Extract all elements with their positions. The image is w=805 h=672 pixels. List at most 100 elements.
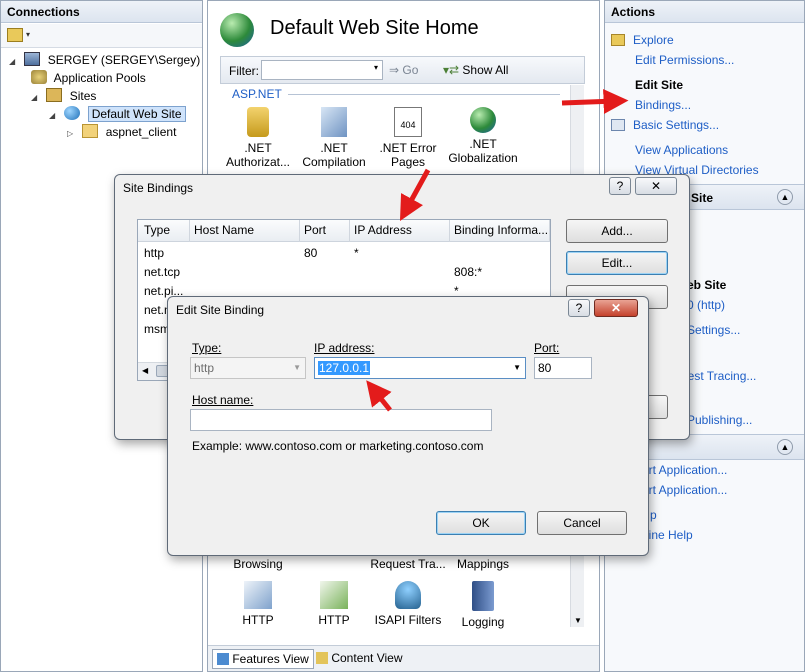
- show-all-button[interactable]: ▾⇄ Show All: [443, 63, 508, 77]
- expand-icon[interactable]: ▷: [67, 125, 77, 143]
- feature-net-authorization[interactable]: .NET Authorizat...: [218, 107, 298, 169]
- dialog-title: Edit Site Binding: [176, 303, 265, 317]
- port-label: Port:: [534, 341, 560, 355]
- tree-item-sites[interactable]: ◢ Sites: [31, 87, 96, 105]
- help-button[interactable]: ?: [568, 299, 590, 317]
- cancel-button[interactable]: Cancel: [537, 511, 627, 535]
- table-row[interactable]: http 80 *: [138, 244, 550, 263]
- tab-features-view[interactable]: Features View: [212, 649, 314, 669]
- http-headers-icon: [320, 581, 348, 609]
- action-view-applications[interactable]: View Applications: [635, 143, 728, 157]
- add-binding-button[interactable]: Add...: [566, 219, 668, 243]
- close-button[interactable]: ✕: [635, 177, 677, 195]
- column-header-type[interactable]: Type: [140, 220, 190, 242]
- tree-item-label: SERGEY (SERGEY\Sergey): [47, 53, 201, 67]
- connect-icon[interactable]: [7, 28, 23, 42]
- action-help[interactable]: p: [650, 508, 657, 522]
- column-header-port[interactable]: Port: [300, 220, 350, 242]
- filter-input[interactable]: [261, 60, 383, 80]
- collapse-section-icon[interactable]: ▲: [777, 439, 793, 455]
- close-button[interactable]: ✕: [594, 299, 638, 317]
- dropdown-chevron-icon[interactable]: ▾: [26, 30, 30, 39]
- tab-content-view[interactable]: Content View: [316, 651, 403, 665]
- go-icon: ⇒: [389, 63, 400, 77]
- type-label: Type:: [192, 341, 222, 355]
- edit-binding-button[interactable]: Edit...: [566, 251, 668, 275]
- logging-book-icon: [472, 581, 494, 611]
- tree-item-label: Sites: [69, 89, 97, 103]
- go-button[interactable]: ⇒ Go: [389, 63, 418, 77]
- server-icon: [24, 52, 41, 66]
- dialog-title: Site Bindings: [123, 181, 194, 195]
- collapse-icon[interactable]: ◢: [31, 89, 41, 107]
- application-pools-icon: [31, 70, 47, 84]
- chevron-down-icon: ▼: [293, 363, 301, 372]
- port-input[interactable]: 80: [534, 357, 592, 379]
- actions-header: Actions: [605, 1, 804, 23]
- column-header-binding-info[interactable]: Binding Informa...: [450, 220, 550, 242]
- compilation-icon: [321, 107, 347, 137]
- browse-website-heading: eb Site: [687, 278, 727, 292]
- group-heading-aspnet: ASP.NET: [232, 87, 282, 101]
- globe-icon: [220, 13, 254, 47]
- scroll-left-icon[interactable]: ◀: [142, 366, 148, 375]
- folder-icon: [82, 124, 99, 138]
- feature-isapi-filters[interactable]: ISAPI Filters: [368, 581, 448, 627]
- action-failed-request-tracing[interactable]: uest Tracing...: [681, 369, 756, 383]
- manage-site-heading: Site: [691, 191, 714, 205]
- example-text: Example: www.contoso.com or marketing.co…: [192, 439, 484, 453]
- tree-item-application-pools[interactable]: Application Pools: [31, 69, 146, 87]
- action-browse-http[interactable]: 0 (http): [687, 298, 725, 312]
- feature-net-error-pages[interactable]: 404 .NET Error Pages: [368, 107, 448, 169]
- action-publishing[interactable]: Publishing...: [687, 413, 752, 427]
- ip-address-combobox[interactable]: 127.0.0.1 ▼: [314, 357, 526, 379]
- action-export-application[interactable]: ort Application...: [642, 483, 727, 497]
- feature-failed-request-tracing[interactable]: Request Tra...: [368, 557, 448, 571]
- feature-handler-mappings[interactable]: Mappings: [443, 557, 523, 571]
- host-name-input[interactable]: [190, 409, 492, 431]
- tree-item-default-web-site[interactable]: ◢ Default Web Site: [49, 105, 186, 123]
- ok-button[interactable]: OK: [436, 511, 526, 535]
- http-redirect-icon: [244, 581, 272, 609]
- sites-icon: [46, 88, 63, 102]
- tree-item-server[interactable]: ◢ SERGEY (SERGEY\Sergey): [9, 51, 200, 69]
- show-all-icon: ▾⇄: [443, 63, 460, 77]
- type-select: http ▼: [190, 357, 306, 379]
- collapse-icon[interactable]: ◢: [9, 53, 19, 71]
- tree-item-aspnet-client[interactable]: ▷ aspnet_client: [67, 123, 176, 141]
- lock-icon: [247, 107, 269, 137]
- tree-item-label: Application Pools: [53, 71, 146, 85]
- chevron-down-icon[interactable]: ▼: [513, 363, 521, 372]
- feature-logging[interactable]: Logging: [443, 581, 523, 629]
- collapse-section-icon[interactable]: ▲: [777, 189, 793, 205]
- action-bindings[interactable]: Bindings...: [635, 98, 691, 112]
- feature-net-globalization[interactable]: .NET Globalization: [443, 107, 523, 165]
- feature-directory-browsing[interactable]: Browsing: [218, 557, 298, 571]
- explore-icon: [611, 34, 625, 46]
- scroll-down-icon[interactable]: ▼: [574, 616, 582, 625]
- connections-toolbar: ▾: [1, 24, 202, 48]
- filter-dropdown-icon[interactable]: ▾: [374, 63, 378, 72]
- tree-item-label: Default Web Site: [87, 106, 186, 122]
- action-explore[interactable]: Explore: [611, 33, 674, 47]
- group-divider: [288, 94, 560, 95]
- action-online-help[interactable]: line Help: [646, 528, 693, 542]
- column-header-ip-address[interactable]: IP Address: [350, 220, 450, 242]
- globe-icon: [64, 106, 81, 120]
- feature-http-redirect[interactable]: HTTP: [218, 581, 298, 627]
- action-edit-permissions[interactable]: Edit Permissions...: [635, 53, 734, 67]
- feature-http-response-headers[interactable]: HTTP: [294, 581, 374, 627]
- feature-net-compilation[interactable]: .NET Compilation: [294, 107, 374, 169]
- table-row[interactable]: net.tcp 808:*: [138, 263, 550, 282]
- bindings-header: Type Host Name Port IP Address Binding I…: [138, 220, 550, 242]
- error-404-icon: 404: [394, 107, 422, 137]
- help-button[interactable]: ?: [609, 177, 631, 195]
- column-header-host-name[interactable]: Host Name: [190, 220, 300, 242]
- action-basic-settings[interactable]: Basic Settings...: [611, 118, 719, 132]
- ip-address-value: 127.0.0.1: [318, 361, 371, 375]
- page-title: Default Web Site Home: [270, 17, 479, 39]
- globe-icon: [470, 107, 496, 133]
- action-import-application[interactable]: ort Application...: [642, 463, 727, 477]
- collapse-icon[interactable]: ◢: [49, 107, 59, 125]
- action-advanced-settings[interactable]: Settings...: [687, 323, 740, 337]
